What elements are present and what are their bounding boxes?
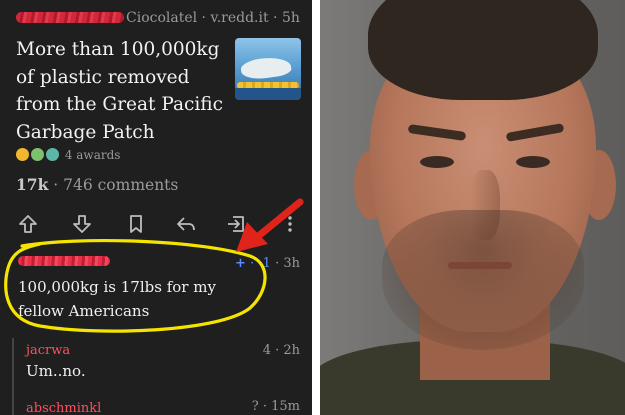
award-icon <box>16 148 29 161</box>
thread-line <box>12 338 14 415</box>
reply-score: ? · 15m <box>251 399 300 414</box>
post-meta: Ciocolatel · v.redd.it · 5h <box>16 10 306 30</box>
bookmark-icon[interactable] <box>124 212 148 236</box>
post-stats: 17k · 746 comments <box>16 175 178 194</box>
post-thumbnail[interactable] <box>235 38 301 100</box>
reddit-screenshot: Ciocolatel · v.redd.it · 5h More than 10… <box>0 0 312 415</box>
comment-score: + · -1 · 3h <box>235 256 300 271</box>
awards-count: 4 awards <box>64 148 121 162</box>
award-icon <box>31 148 44 161</box>
reply-username[interactable]: abschminkl <box>26 401 101 415</box>
awards-row[interactable]: 4 awards <box>16 148 120 164</box>
more-icon[interactable] <box>278 212 302 236</box>
photo-eye <box>516 156 550 168</box>
share-icon[interactable] <box>224 212 248 236</box>
comment-age: · 3h <box>275 256 300 271</box>
redacted-username <box>18 256 110 266</box>
upvote-plus[interactable]: + <box>235 256 246 271</box>
reply-body: Um..no. <box>26 362 86 380</box>
thumbnail-sea <box>235 88 301 100</box>
comment-body: 100,000kg is 17lbs for my fellow America… <box>18 278 216 320</box>
reply-icon[interactable] <box>174 212 198 236</box>
reply-username[interactable]: jacrwa <box>26 343 70 358</box>
upvote-icon[interactable] <box>16 212 40 236</box>
downvote-icon[interactable] <box>70 212 94 236</box>
comment-count[interactable]: · 746 comments <box>53 176 178 194</box>
reply-score: 4 · 2h <box>262 343 300 358</box>
photo-hair <box>368 0 598 100</box>
post-title[interactable]: More than 100,000kg of plastic removed f… <box>16 36 226 146</box>
comment-score-value: · -1 <box>250 256 271 271</box>
award-icon <box>46 148 59 161</box>
post-meta-text: Ciocolatel · v.redd.it · 5h <box>126 10 300 26</box>
comment-username[interactable] <box>18 255 110 270</box>
thumbnail-ice <box>239 54 293 82</box>
photo-beard <box>382 210 584 350</box>
reaction-photo <box>320 0 625 415</box>
photo-eye <box>420 156 454 168</box>
photo-mouth <box>448 262 512 269</box>
post-action-bar <box>16 212 306 238</box>
post-score: 17k <box>16 175 49 194</box>
redacted-username <box>16 12 124 23</box>
